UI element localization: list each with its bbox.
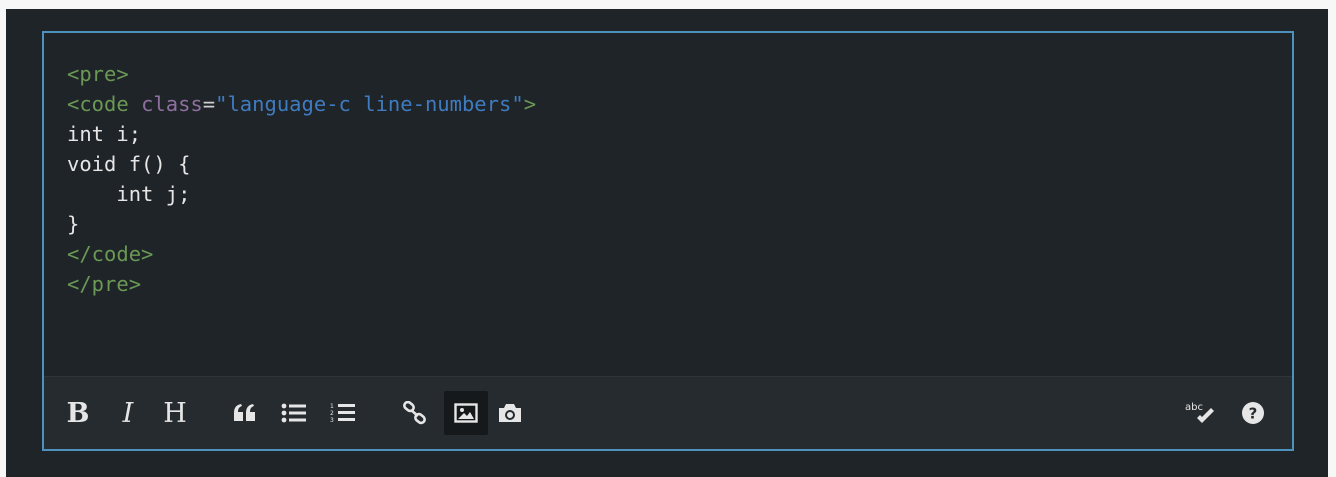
unordered-list-button[interactable] xyxy=(280,391,308,435)
code-token: int j; xyxy=(67,182,191,206)
code-line: } xyxy=(67,209,1292,239)
code-token: </code> xyxy=(67,242,154,266)
help-button[interactable]: ? xyxy=(1240,391,1266,435)
unordered-list-icon xyxy=(281,403,307,423)
code-token: = xyxy=(202,92,216,116)
editor-frame: <pre> <code class="language-c line-number… xyxy=(6,9,1328,477)
italic-button[interactable]: I xyxy=(118,391,138,435)
code-line: </code> xyxy=(67,239,1292,269)
link-button[interactable] xyxy=(400,391,430,435)
code-token: "language-c line-numbers" xyxy=(215,92,524,116)
help-icon: ? xyxy=(1241,401,1265,425)
editor-textarea[interactable]: <pre> <code class="language-c line-number… xyxy=(44,33,1292,376)
code-line: <pre> xyxy=(67,59,1292,89)
bold-button[interactable]: B xyxy=(64,391,92,435)
bold-label: B xyxy=(66,397,90,429)
spellcheck-text: abc xyxy=(1185,402,1203,413)
code-token: </pre> xyxy=(67,272,142,296)
ordered-list-button[interactable]: 1 2 3 xyxy=(329,391,357,435)
italic-label: I xyxy=(122,397,134,429)
heading-button[interactable]: H xyxy=(160,391,190,435)
code-line: int j; xyxy=(67,179,1292,209)
svg-text:2: 2 xyxy=(330,410,334,417)
svg-text:3: 3 xyxy=(330,417,334,424)
quote-button[interactable] xyxy=(232,391,258,435)
image-button[interactable] xyxy=(444,391,488,435)
code-token: <pre> xyxy=(67,62,129,86)
heading-label: H xyxy=(163,397,187,429)
code-token: > xyxy=(523,92,537,116)
code-line: <code class="language-c line-numbers"> xyxy=(67,89,1292,119)
help-glyph: ? xyxy=(1249,405,1258,423)
spellcheck-button[interactable]: abc xyxy=(1184,391,1220,435)
markdown-editor: <pre> <code class="language-c line-number… xyxy=(42,31,1294,451)
code-token: } xyxy=(67,212,80,236)
quote-icon xyxy=(233,404,257,422)
code-line: int i; xyxy=(67,119,1292,149)
ordered-list-icon: 1 2 3 xyxy=(330,402,356,424)
code-token: void f() { xyxy=(67,152,191,176)
editor-toolbar: B I H 1 2 3 abc ? xyxy=(44,376,1292,449)
svg-text:1: 1 xyxy=(330,403,334,410)
camera-button[interactable] xyxy=(494,391,526,435)
code-token: int i; xyxy=(67,122,142,146)
link-icon xyxy=(402,401,428,425)
code-token: <code xyxy=(67,92,142,116)
image-icon xyxy=(454,403,478,423)
code-token: class xyxy=(141,92,203,116)
camera-icon xyxy=(497,402,523,424)
spellcheck-icon: abc xyxy=(1185,400,1219,426)
code-line: void f() { xyxy=(67,149,1292,179)
code-line: </pre> xyxy=(67,269,1292,299)
